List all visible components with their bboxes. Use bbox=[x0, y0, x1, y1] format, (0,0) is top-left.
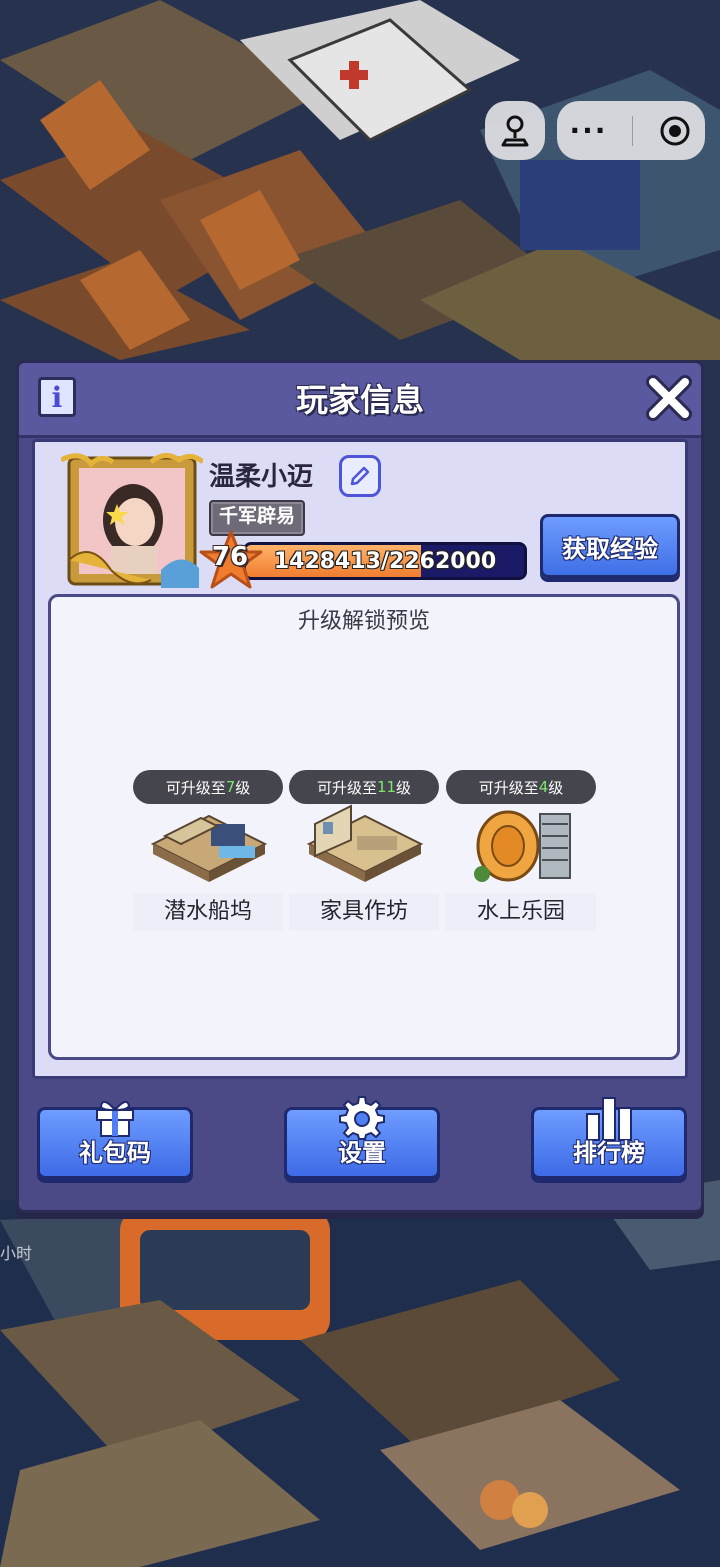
edit-name-button[interactable] bbox=[339, 455, 381, 497]
capsule-divider bbox=[632, 115, 634, 146]
controller-button[interactable] bbox=[485, 101, 545, 160]
building-image bbox=[301, 794, 429, 890]
dialog-header: i 玩家信息 bbox=[19, 363, 701, 438]
exp-progress-bar: 1428413/2262000 bbox=[243, 542, 527, 580]
building-card[interactable]: 可升级至 4 级 水上乐园 bbox=[446, 770, 596, 930]
gift-code-label: 礼包码 bbox=[79, 1139, 151, 1167]
building-name: 水上乐园 bbox=[446, 894, 596, 930]
furniture-workshop-image bbox=[306, 804, 424, 882]
player-level: 76 bbox=[211, 542, 249, 572]
dialog-title: 玩家信息 bbox=[295, 381, 424, 419]
target-circle-icon[interactable] bbox=[658, 114, 692, 148]
ranking-button[interactable]: 排行榜 bbox=[531, 1097, 687, 1179]
building-image bbox=[145, 794, 273, 890]
badge-suffix: 级 bbox=[396, 778, 412, 797]
gift-code-button[interactable]: 礼包码 bbox=[37, 1100, 193, 1179]
settings-button[interactable]: 设置 bbox=[284, 1096, 440, 1179]
building-card[interactable]: 可升级至 7 级 潜水船坞 bbox=[133, 770, 283, 930]
building-image bbox=[458, 794, 586, 890]
badge-level: 7 bbox=[225, 778, 236, 796]
avatar-frame-image bbox=[59, 453, 205, 588]
pencil-icon bbox=[350, 466, 370, 486]
settings-label: 设置 bbox=[338, 1139, 386, 1167]
badge-suffix: 级 bbox=[235, 778, 251, 797]
player-name: 温柔小迈 bbox=[209, 462, 314, 492]
avatar[interactable] bbox=[59, 450, 205, 592]
badge-prefix: 可升级至 bbox=[316, 778, 377, 797]
building-name: 潜水船坞 bbox=[133, 894, 283, 930]
upgrade-level-badge: 可升级至 11 级 bbox=[289, 770, 439, 804]
ranking-label: 排行榜 bbox=[573, 1139, 645, 1167]
building-name: 家具作坊 bbox=[289, 894, 439, 930]
water-park-image bbox=[474, 810, 571, 882]
badge-prefix: 可升级至 bbox=[478, 778, 539, 797]
preview-title: 升级解锁预览 bbox=[297, 609, 430, 634]
game-controller-icon bbox=[501, 115, 529, 146]
player-panel: 温柔小迈 千军辟易 1428413/2262000 76 获取经验 升级解锁预览 bbox=[32, 439, 688, 1079]
player-info-dialog: i 玩家信息 温柔小迈 千军辟易 1428413/2262000 76 获取经验… bbox=[16, 360, 704, 1213]
badge-level: 4 bbox=[538, 778, 549, 796]
badge-prefix: 可升级至 bbox=[165, 778, 226, 797]
badge-level: 11 bbox=[376, 778, 397, 796]
capsule-menu: ··· bbox=[557, 101, 705, 160]
dive-dock-image bbox=[150, 814, 268, 882]
upgrade-preview-panel: 升级解锁预览 可升级至 7 级 潜水船坞 可升级至 11 级 家具作坊 可升级至… bbox=[48, 594, 680, 1060]
more-dots-icon[interactable]: ··· bbox=[570, 114, 608, 147]
background-side-text: 小时 bbox=[0, 1244, 33, 1263]
gift-icon bbox=[96, 1100, 134, 1137]
building-card[interactable]: 可升级至 11 级 家具作坊 bbox=[289, 770, 439, 930]
upgrade-level-badge: 可升级至 7 级 bbox=[133, 770, 283, 804]
badge-suffix: 级 bbox=[548, 778, 564, 797]
upgrade-level-badge: 可升级至 4 级 bbox=[446, 770, 596, 804]
close-button[interactable] bbox=[644, 373, 694, 423]
get-exp-button[interactable]: 获取经验 bbox=[540, 514, 680, 578]
close-icon bbox=[646, 375, 692, 421]
exp-progress-text: 1428413/2262000 bbox=[273, 549, 497, 574]
